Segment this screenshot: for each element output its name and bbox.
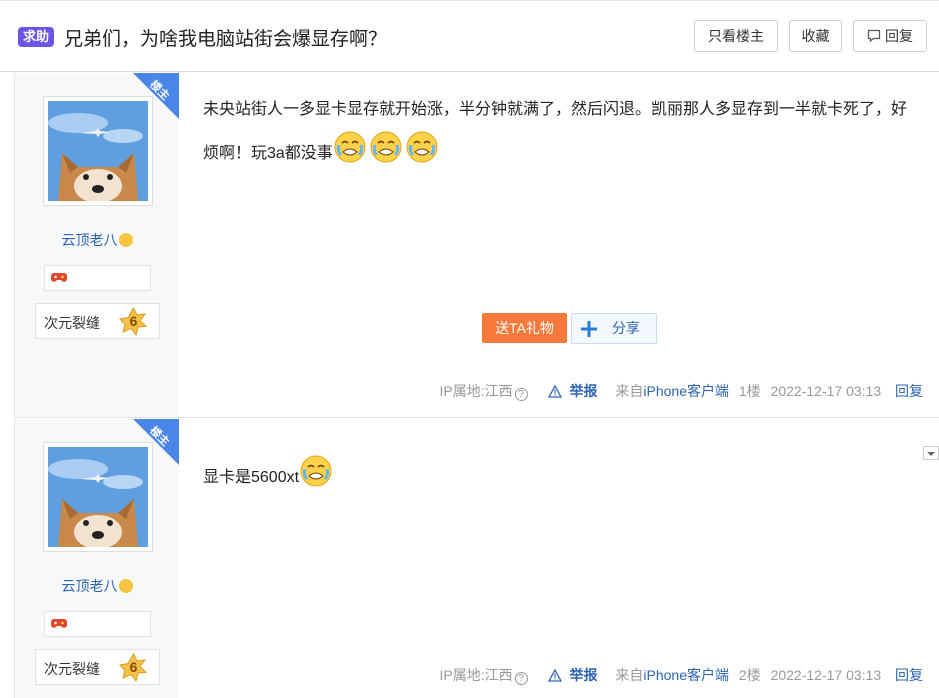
shiba-dog-avatar-image (48, 101, 148, 201)
post-floor-1: 楼主 云顶老八 次元裂缝 6 未央站街人一多显卡显存就开始涨，半分钟就满了，然后… (14, 73, 939, 418)
post-text: 显卡是5600xt (203, 469, 300, 486)
dropdown-arrow-icon (927, 452, 935, 456)
ip-location: IP属地:江西 (439, 383, 513, 399)
only-op-button[interactable]: 只看楼主 (694, 20, 778, 52)
comment-icon (867, 29, 881, 43)
send-gift-button[interactable]: 送TA礼物 (482, 313, 567, 343)
report-link[interactable]: 举报 (547, 383, 598, 399)
client-link[interactable]: iPhone客户端 (643, 667, 729, 683)
favorite-button[interactable]: 收藏 (789, 20, 842, 52)
avatar[interactable] (43, 96, 153, 206)
crying-emoji-icon (299, 455, 335, 487)
floor-number: 1楼 (738, 383, 761, 399)
client-source: 来自iPhone客户端 (615, 667, 729, 683)
level-badge[interactable]: 次元裂缝 6 (35, 649, 160, 685)
question-icon[interactable]: ? (514, 672, 528, 685)
game-badge[interactable] (44, 611, 151, 637)
crying-emoji-icon (333, 131, 441, 163)
floor-reply-link[interactable]: 回复 (895, 667, 923, 683)
question-icon[interactable]: ? (514, 388, 528, 401)
ip-location: IP属地:江西 (439, 667, 513, 683)
smiley-icon (118, 579, 133, 593)
warning-icon (547, 384, 562, 398)
level-star-icon: 6 (119, 306, 148, 337)
post-text: 未央站街人一多显卡显存就开始涨，半分钟就满了，然后闪退。凯丽那人多显存到一半就卡… (203, 101, 908, 162)
level-badge[interactable]: 次元裂缝 6 (35, 303, 160, 339)
report-link[interactable]: 举报 (547, 667, 598, 683)
help-badge: 求助 (18, 27, 55, 47)
share-button[interactable]: 分享 (571, 313, 657, 344)
level-name: 次元裂缝 (44, 661, 100, 677)
floor-reply-link[interactable]: 回复 (895, 383, 923, 399)
author-sidebar: 楼主 云顶老八 次元裂缝 6 (14, 419, 179, 698)
share-plus-icon (581, 321, 597, 337)
post-tail: IP属地:江西? 举报 来自iPhone客户端 2楼 2022-12-17 03… (433, 665, 923, 685)
client-link[interactable]: iPhone客户端 (643, 383, 729, 399)
username-link[interactable]: 云顶老八 (15, 230, 179, 250)
avatar[interactable] (43, 442, 153, 552)
smiley-icon (118, 233, 133, 247)
gamepad-icon (51, 619, 67, 628)
post-tail: IP属地:江西? 举报 来自iPhone客户端 1楼 2022-12-17 03… (433, 381, 923, 401)
shiba-dog-avatar-image (48, 447, 148, 547)
post-time: 2022-12-17 03:13 (770, 667, 882, 683)
thread-header: 求助 兄弟们，为啥我电脑站街会爆显存啊？ 只看楼主 收藏 回复 (0, 0, 939, 72)
floor-number: 2楼 (738, 667, 761, 683)
level-name: 次元裂缝 (44, 315, 100, 331)
username-link[interactable]: 云顶老八 (15, 576, 179, 596)
client-source: 来自iPhone客户端 (615, 383, 729, 399)
game-badge[interactable] (44, 265, 151, 291)
post-floor-2: 楼主 云顶老八 次元裂缝 6 显卡是5600xt IP属地:江西 ? 举报 来自… (14, 419, 939, 698)
post-menu-dropdown[interactable] (923, 446, 939, 460)
warning-icon (547, 668, 562, 682)
gamepad-icon (51, 273, 67, 282)
author-sidebar: 楼主 云顶老八 次元裂缝 6 (14, 73, 179, 417)
level-star-icon: 6 (119, 652, 148, 683)
post-content: 显卡是5600xt (203, 454, 913, 498)
reply-button[interactable]: 回复 (853, 20, 927, 52)
post-time: 2022-12-17 03:13 (770, 383, 882, 399)
reply-button-label: 回复 (885, 28, 913, 44)
post-content: 未央站街人一多显卡显存就开始涨，半分钟就满了，然后闪退。凯丽那人多显存到一半就卡… (203, 90, 913, 174)
thread-title: 兄弟们，为啥我电脑站街会爆显存啊？ (64, 29, 388, 50)
